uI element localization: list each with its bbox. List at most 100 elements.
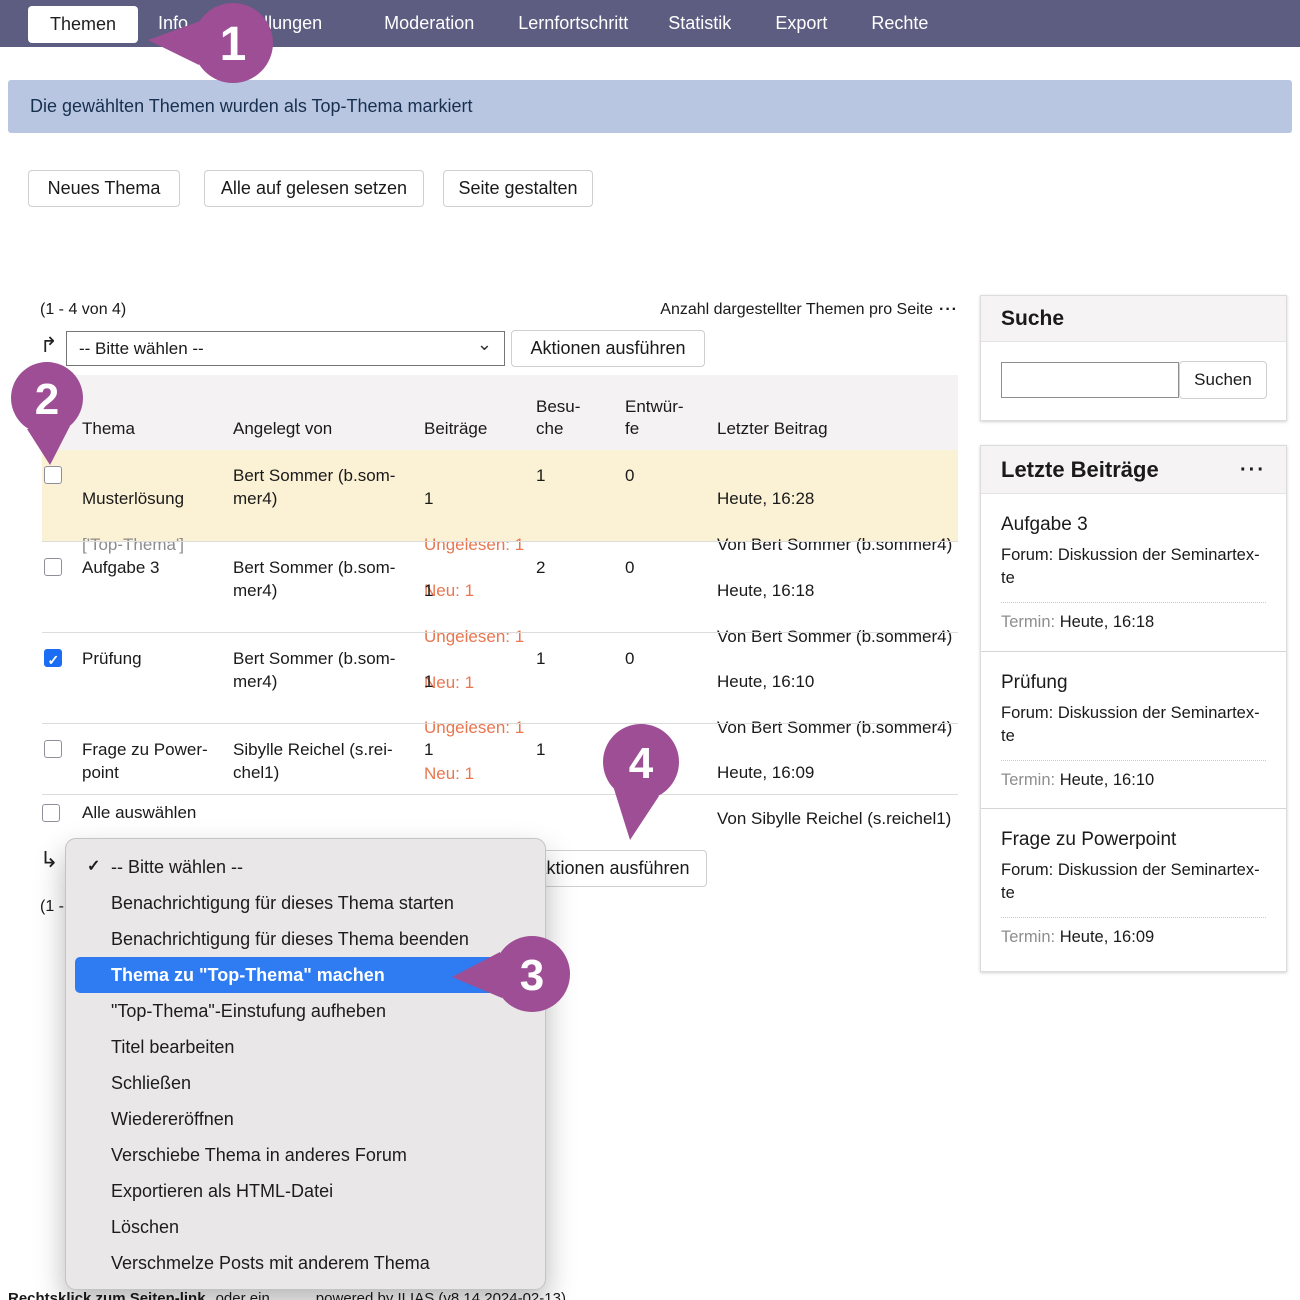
posts-count: 1 (424, 487, 532, 510)
topic-author: Bert Sommer (b.som- mer4) (233, 647, 415, 693)
menu-item-titel-bearbeiten[interactable]: Titel bearbeiten (75, 1029, 536, 1065)
last-post-time: Heute, 16:10 (717, 670, 957, 693)
last-post-time: Heute, 16:09 (717, 761, 957, 784)
menu-item-benachrichtigung-starten[interactable]: Benachrichtigung für dieses Thema starte… (75, 885, 536, 921)
menu-item-label: -- Bitte wählen -- (111, 857, 243, 877)
per-page-menu-icon[interactable]: ··· (939, 301, 958, 318)
menu-item-exportieren-html[interactable]: Exportieren als HTML-Datei (75, 1173, 536, 1209)
table-row: Musterlösung ['Top-Thema'] Bert Sommer (… (42, 450, 958, 541)
new-topic-button[interactable]: Neues Thema (28, 170, 180, 207)
visits-count: 1 (536, 738, 616, 761)
per-page-control: Anzahl dargestellter Themen pro Seite ··· (603, 301, 958, 319)
topic-author: Bert Sommer (b.som- mer4) (233, 556, 415, 602)
posts-count: 1 (424, 738, 532, 761)
menu-item-top-thema-aufheben[interactable]: "Top-Thema"-Einstufung aufheben (75, 993, 536, 1029)
menu-item-bitte-waehlen[interactable]: ✓-- Bitte wählen -- (75, 849, 536, 885)
last-post-author[interactable]: Sibylle Reichel (s.reichel1) (751, 809, 951, 828)
footer-link-hint-2: oder ein (216, 1290, 270, 1300)
termin-label: Termin: (1001, 928, 1055, 946)
dotted-divider (1001, 760, 1266, 761)
per-page-label: Anzahl dargestellter Themen pro Seite (660, 301, 933, 318)
search-input[interactable] (1001, 362, 1179, 398)
footer-link-hint: Rechtsklick zum Seiten-link (8, 1290, 206, 1300)
tab-lernfortschritt[interactable]: Lernfortschritt (518, 13, 628, 34)
col-header-besuche[interactable]: Besu- che (536, 396, 616, 440)
tab-moderation[interactable]: Moderation (384, 13, 474, 34)
table-header-row: Thema Angelegt von Beiträge Besu- che En… (42, 375, 958, 450)
drafts-count: 0 (625, 556, 705, 579)
tab-export[interactable]: Export (775, 13, 827, 34)
visits-count: 1 (536, 464, 616, 487)
tab-einstellungen[interactable]: Einstellungen (214, 13, 322, 34)
footer-powered-by[interactable]: powered by ILIAS (v8.14 2024-02-13) (316, 1290, 566, 1300)
tab-info[interactable]: Info (158, 13, 188, 34)
design-page-button[interactable]: Seite gestalten (443, 170, 593, 207)
search-panel-title: Suche (981, 296, 1286, 342)
select-all-label: Alle auswählen (82, 803, 196, 823)
select-all-row: Alle auswählen (42, 803, 196, 823)
footer: Rechtsklick zum Seiten-link oder ein pow… (8, 1290, 808, 1300)
termin-value: Heute, 16:10 (1060, 771, 1155, 789)
apply-to-selection-arrow-icon: ↱ (40, 333, 58, 358)
termin-value: Heute, 16:18 (1060, 613, 1155, 631)
col-header-beitraege[interactable]: Beiträge (424, 418, 532, 440)
post-title[interactable]: Frage zu Powerpoint (1001, 829, 1266, 851)
tab-themen[interactable]: Themen (28, 6, 138, 43)
row-checkbox[interactable] (44, 740, 62, 758)
row-checkbox-checked[interactable] (44, 649, 62, 667)
post-title[interactable]: Prüfung (1001, 672, 1266, 694)
list-item: Prüfung Forum: Diskussion der Seminartex… (981, 651, 1286, 808)
menu-item-wiedereroeffnen[interactable]: Wiedereröffnen (75, 1101, 536, 1137)
tab-rechte[interactable]: Rechte (871, 13, 928, 34)
menu-item-loeschen[interactable]: Löschen (75, 1209, 536, 1245)
apply-to-selection-arrow-bottom-icon: ↳ (40, 847, 58, 873)
search-button[interactable]: Suchen (1179, 361, 1267, 399)
col-header-entwuerfe[interactable]: Entwür- fe (625, 396, 705, 440)
dotted-divider (1001, 602, 1266, 603)
action-select-open-menu: ✓-- Bitte wählen -- Benachrichtigung für… (65, 838, 546, 1290)
termin-value: Heute, 16:09 (1060, 928, 1155, 946)
row-checkbox[interactable] (44, 466, 62, 484)
dotted-divider (1001, 917, 1266, 918)
tab-statistik[interactable]: Statistik (668, 13, 731, 34)
posts-count: 1 (424, 579, 532, 602)
menu-item-schliessen[interactable]: Schließen (75, 1065, 536, 1101)
table-row: Prüfung Bert Sommer (b.som- mer4) 1 Unge… (42, 632, 958, 723)
topic-author: Sibylle Reichel (s.rei- chel1) (233, 738, 415, 784)
menu-item-verschmelze-posts[interactable]: Verschmelze Posts mit anderem Thema (75, 1245, 536, 1281)
topics-table: Thema Angelegt von Beiträge Besu- che En… (42, 375, 958, 795)
topic-title[interactable]: Musterlösung (82, 487, 227, 510)
drafts-count: 0 (625, 647, 705, 670)
termin-label: Termin: (1001, 613, 1055, 631)
last-post-by-label: Von (717, 809, 746, 828)
col-header-angelegt-von[interactable]: Angelegt von (233, 418, 415, 440)
apply-actions-button-top[interactable]: Aktionen ausführen (511, 330, 705, 367)
list-item: Aufgabe 3 Forum: Diskussion der Seminart… (981, 494, 1286, 651)
action-select-top[interactable]: -- Bitte wählen -- ⌄ (66, 331, 505, 366)
posts-count: 1 (424, 670, 532, 693)
menu-item-benachrichtigung-beenden[interactable]: Benachrichtigung für dieses Thema beende… (75, 921, 536, 957)
chevron-down-icon: ⌄ (477, 334, 492, 355)
post-title[interactable]: Aufgabe 3 (1001, 514, 1266, 536)
search-panel: Suche Suchen (980, 295, 1287, 421)
select-all-checkbox[interactable] (42, 804, 60, 822)
termin-label: Termin: (1001, 771, 1055, 789)
table-row: Aufgabe 3 Bert Sommer (b.som- mer4) 1 Un… (42, 541, 958, 632)
forum-admin-page: Themen Info Einstellungen Moderation Ler… (0, 0, 1300, 1300)
result-range-top: (1 - 4 von 4) (40, 301, 126, 319)
topic-title[interactable]: Aufgabe 3 (82, 556, 227, 579)
mark-all-read-button[interactable]: Alle auf gelesen setzen (204, 170, 424, 207)
visits-count: 2 (536, 556, 616, 579)
topic-title[interactable]: Frage zu Power- point (82, 738, 227, 784)
col-header-letzter-beitrag[interactable]: Letzter Beitrag (717, 418, 957, 440)
drafts-count: 0 (625, 738, 705, 761)
menu-item-top-thema-machen[interactable]: Thema zu "Top-Thema" machen (75, 957, 536, 993)
row-checkbox[interactable] (44, 558, 62, 576)
table-row: Frage zu Power- point Sibylle Reichel (s… (42, 723, 958, 795)
success-banner: Die gewählten Themen wurden als Top-Them… (8, 80, 1292, 133)
latest-posts-menu-icon[interactable]: ··· (1240, 446, 1266, 494)
visits-count: 1 (536, 647, 616, 670)
col-header-thema[interactable]: Thema (82, 418, 227, 440)
topic-title[interactable]: Prüfung (82, 647, 227, 670)
menu-item-verschiebe-thema[interactable]: Verschiebe Thema in anderes Forum (75, 1137, 536, 1173)
